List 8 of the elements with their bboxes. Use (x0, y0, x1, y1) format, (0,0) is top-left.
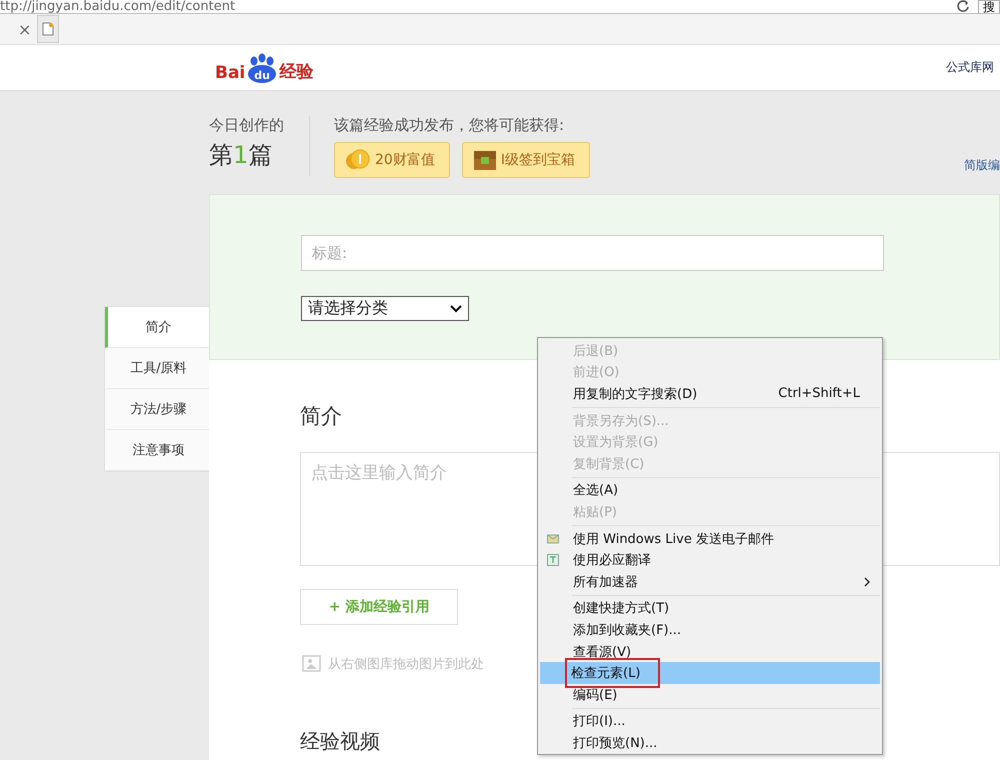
drop-hint: 从右侧图库拖动图片到此处 (328, 656, 484, 673)
article-count: 第1篇 (209, 140, 274, 171)
section-heading: 简介 (300, 403, 342, 430)
today-label: 今日创作的 (209, 116, 285, 135)
section-heading: 经验视频 (300, 728, 380, 755)
reward-badge: 20财富值 (334, 142, 450, 178)
rewards-title: 该篇经验成功发布，您将可能获得: (334, 116, 566, 135)
reward-badge: I级签到宝箱 (462, 142, 590, 178)
